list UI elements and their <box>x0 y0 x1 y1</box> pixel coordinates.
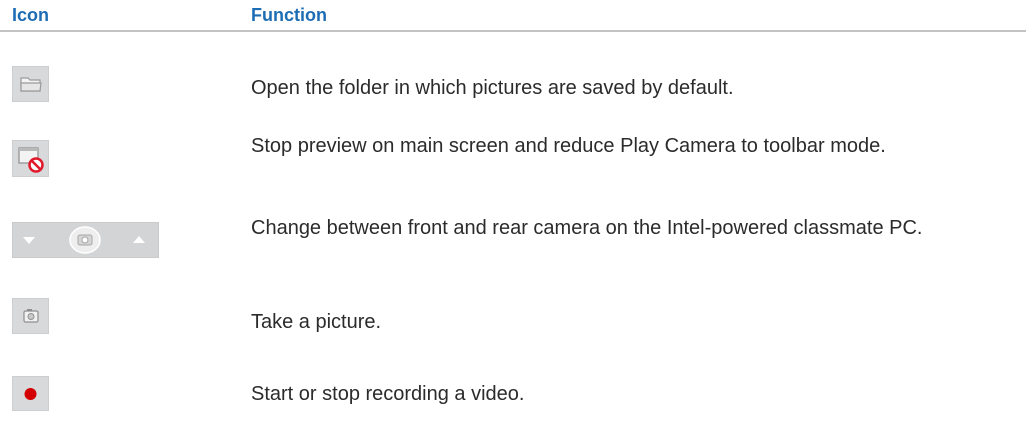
row-description: Open the folder in which pictures are sa… <box>251 77 734 99</box>
folder-icon <box>12 66 49 102</box>
record-icon <box>12 376 49 411</box>
icon-function-table: Icon Function Open the folder in which p… <box>0 0 1026 423</box>
row-description: Take a picture. <box>251 311 382 333</box>
icon-column-header: Icon <box>12 5 50 25</box>
table-row: Change between front and rear camera on … <box>0 208 1026 278</box>
stop-preview-icon <box>12 140 49 177</box>
row-description: Change between front and rear camera on … <box>251 217 923 239</box>
header-divider <box>0 30 1026 32</box>
table-row: Open the folder in which pictures are sa… <box>0 56 1026 116</box>
table-row: Start or stop recording a video. <box>0 358 1026 418</box>
table-row: Stop preview on main screen and reduce P… <box>0 126 1026 196</box>
function-column-header: Function <box>251 5 327 25</box>
table-header: Icon Function <box>0 0 1026 30</box>
row-description: Stop preview on main screen and reduce P… <box>251 135 886 157</box>
table-row: Take a picture. <box>0 290 1026 350</box>
switch-camera-icon <box>12 222 159 258</box>
camera-icon <box>12 298 49 334</box>
row-description: Start or stop recording a video. <box>251 383 525 405</box>
